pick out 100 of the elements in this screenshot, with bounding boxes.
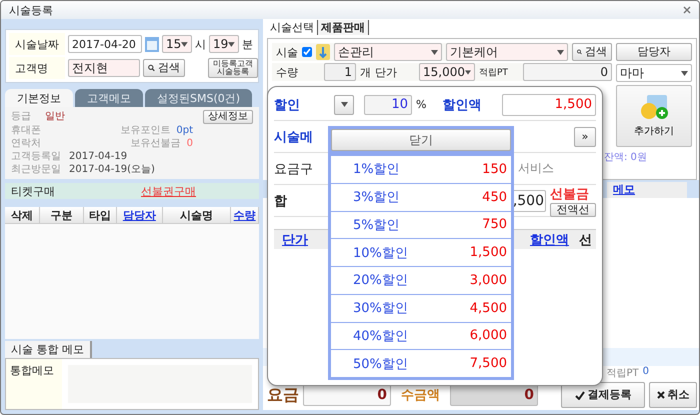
unit-label: % [416, 98, 426, 111]
search-button[interactable]: 검색 [143, 59, 185, 77]
customer-name-field[interactable]: 전지현 [68, 59, 140, 77]
prepaid-value: 0 [186, 137, 193, 150]
check-icon [574, 390, 584, 400]
menu-item[interactable]: 20%할인 3,000 [331, 267, 511, 294]
search-button[interactable]: 검색 [572, 43, 612, 61]
category-select[interactable]: 손관리 [334, 43, 442, 61]
more-button[interactable]: » [574, 126, 596, 146]
search-icon [577, 47, 582, 57]
close-icon[interactable] [683, 6, 691, 14]
field-label: 시술 [276, 44, 298, 60]
search-icon [148, 63, 155, 73]
info-label: 등급 [11, 110, 31, 124]
service-checkbox[interactable] [302, 47, 312, 57]
percent-field[interactable]: 10 [364, 94, 412, 114]
points-value: 0pt [176, 124, 193, 137]
minute-select[interactable]: 19 [209, 35, 239, 53]
received-field[interactable]: 0 [450, 384, 538, 406]
fee-type-value: 서비스 [518, 160, 555, 177]
hour-select[interactable]: 15 [162, 35, 192, 53]
dropdown-button[interactable] [334, 94, 354, 114]
quantity-field[interactable]: 1 [324, 63, 356, 81]
info-value: 2017-04-19 [69, 150, 128, 163]
date-field[interactable]: 2017-04-20 [68, 35, 142, 53]
unit-label: 개 [360, 64, 371, 80]
field-label: 할인액 [442, 96, 482, 114]
tab[interactable]: 시술선택 [267, 20, 318, 35]
column-header: 시술명 [180, 208, 213, 222]
price-select[interactable]: 15,000 [419, 63, 475, 81]
prepaid-label: 선불금 [550, 186, 590, 202]
info-label: 최근방문일 [11, 163, 61, 176]
info-label: 연락처 [11, 137, 42, 150]
column-header[interactable]: 단가 [282, 230, 308, 248]
balance-text: 잔액: 0원 [604, 151, 648, 164]
fee-field[interactable]: 0 [303, 384, 391, 406]
column-header: 삭제 [11, 208, 34, 222]
staff-select[interactable]: 마마 [616, 64, 692, 82]
field-label: 합 [274, 192, 288, 210]
window-title: 시술등록 [9, 2, 53, 18]
column-header[interactable]: 수량 [234, 208, 256, 222]
caret-icon [181, 42, 188, 46]
info-value: 2017-04-19(오늘) [69, 163, 155, 176]
memo-tab[interactable]: 시술 통합 메모 [5, 341, 92, 358]
earned-label: 적립PT [606, 367, 639, 380]
field-label: 시술메 [274, 128, 314, 146]
item-select[interactable]: 기본케어 [446, 43, 568, 61]
column-header[interactable]: 할인액 [530, 230, 569, 248]
info-label: 휴대폰 [11, 124, 42, 137]
info-label: 보유선불금 [130, 137, 181, 150]
field-label: 요금구 [274, 160, 314, 178]
info-label: 고객등록일 [11, 150, 61, 163]
menu-item[interactable]: 50%할인 7,500 [331, 350, 511, 377]
calendar-icon[interactable] [145, 36, 159, 52]
menu-item[interactable]: 10%할인 1,500 [331, 239, 511, 266]
caret-icon [557, 50, 564, 54]
memo-label: 통합메모 [10, 364, 54, 377]
unit-label: 시 [195, 36, 206, 52]
field-label: 단가 [375, 64, 398, 80]
ticket-label: 티켓구매 [11, 184, 56, 198]
earned-value: 0 [642, 366, 649, 379]
menu-item[interactable]: 30%할인 4,500 [331, 294, 511, 322]
smiley-add-icon [639, 94, 669, 120]
add-button[interactable]: 추가하기 [616, 85, 692, 147]
unregistered-button[interactable]: 미등록고객 시술등록 [208, 58, 258, 78]
detail-button[interactable]: 상세정보 [203, 110, 253, 124]
unit-label: 분 [242, 36, 253, 52]
close-icon [656, 391, 664, 399]
info-label: 보유포인트 [120, 124, 170, 137]
fee-label: 요금 [267, 384, 299, 406]
column-header[interactable]: 담당자 [122, 208, 156, 222]
menu-item[interactable]: 1%할인 150 [331, 156, 511, 183]
field-label: 시술날짜 [15, 36, 59, 52]
menu-item[interactable]: 5%할인 750 [331, 212, 511, 238]
caret-icon [431, 50, 438, 54]
field-label: 고객명 [15, 60, 48, 76]
caret-icon [681, 70, 688, 76]
grade-value: 일반 [45, 110, 65, 124]
column-header: 타입 [88, 208, 111, 222]
cancel-button[interactable]: 취소 [649, 382, 697, 408]
field-label: 수량 [276, 64, 299, 80]
caret-icon [228, 42, 235, 46]
field-label: 적립PT [479, 66, 509, 78]
column-header: 구분 [50, 208, 73, 222]
menu-item[interactable]: 40%할인 6,000 [331, 322, 511, 350]
received-label: 수금액 [400, 387, 441, 404]
caret-icon [340, 102, 348, 107]
column-header: 선 [579, 232, 592, 248]
staff-button[interactable]: 담당자 [616, 43, 692, 61]
field-label: 할인 [274, 96, 301, 114]
column-header[interactable]: 메모 [607, 182, 687, 198]
tab[interactable]: 제품판매 [318, 20, 369, 35]
caret-icon [465, 70, 471, 74]
tab[interactable]: 기본정보 [5, 89, 73, 107]
menu-item[interactable]: 3%할인 450 [331, 184, 511, 210]
pay-button[interactable]: 결제등록 [561, 382, 645, 408]
close-button[interactable]: 닫기 [331, 129, 511, 151]
full-prepaid-button[interactable]: 전액선 [550, 202, 596, 216]
discount-amount-field[interactable]: 1,500 [502, 94, 596, 116]
points-field[interactable]: 0 [523, 63, 612, 81]
